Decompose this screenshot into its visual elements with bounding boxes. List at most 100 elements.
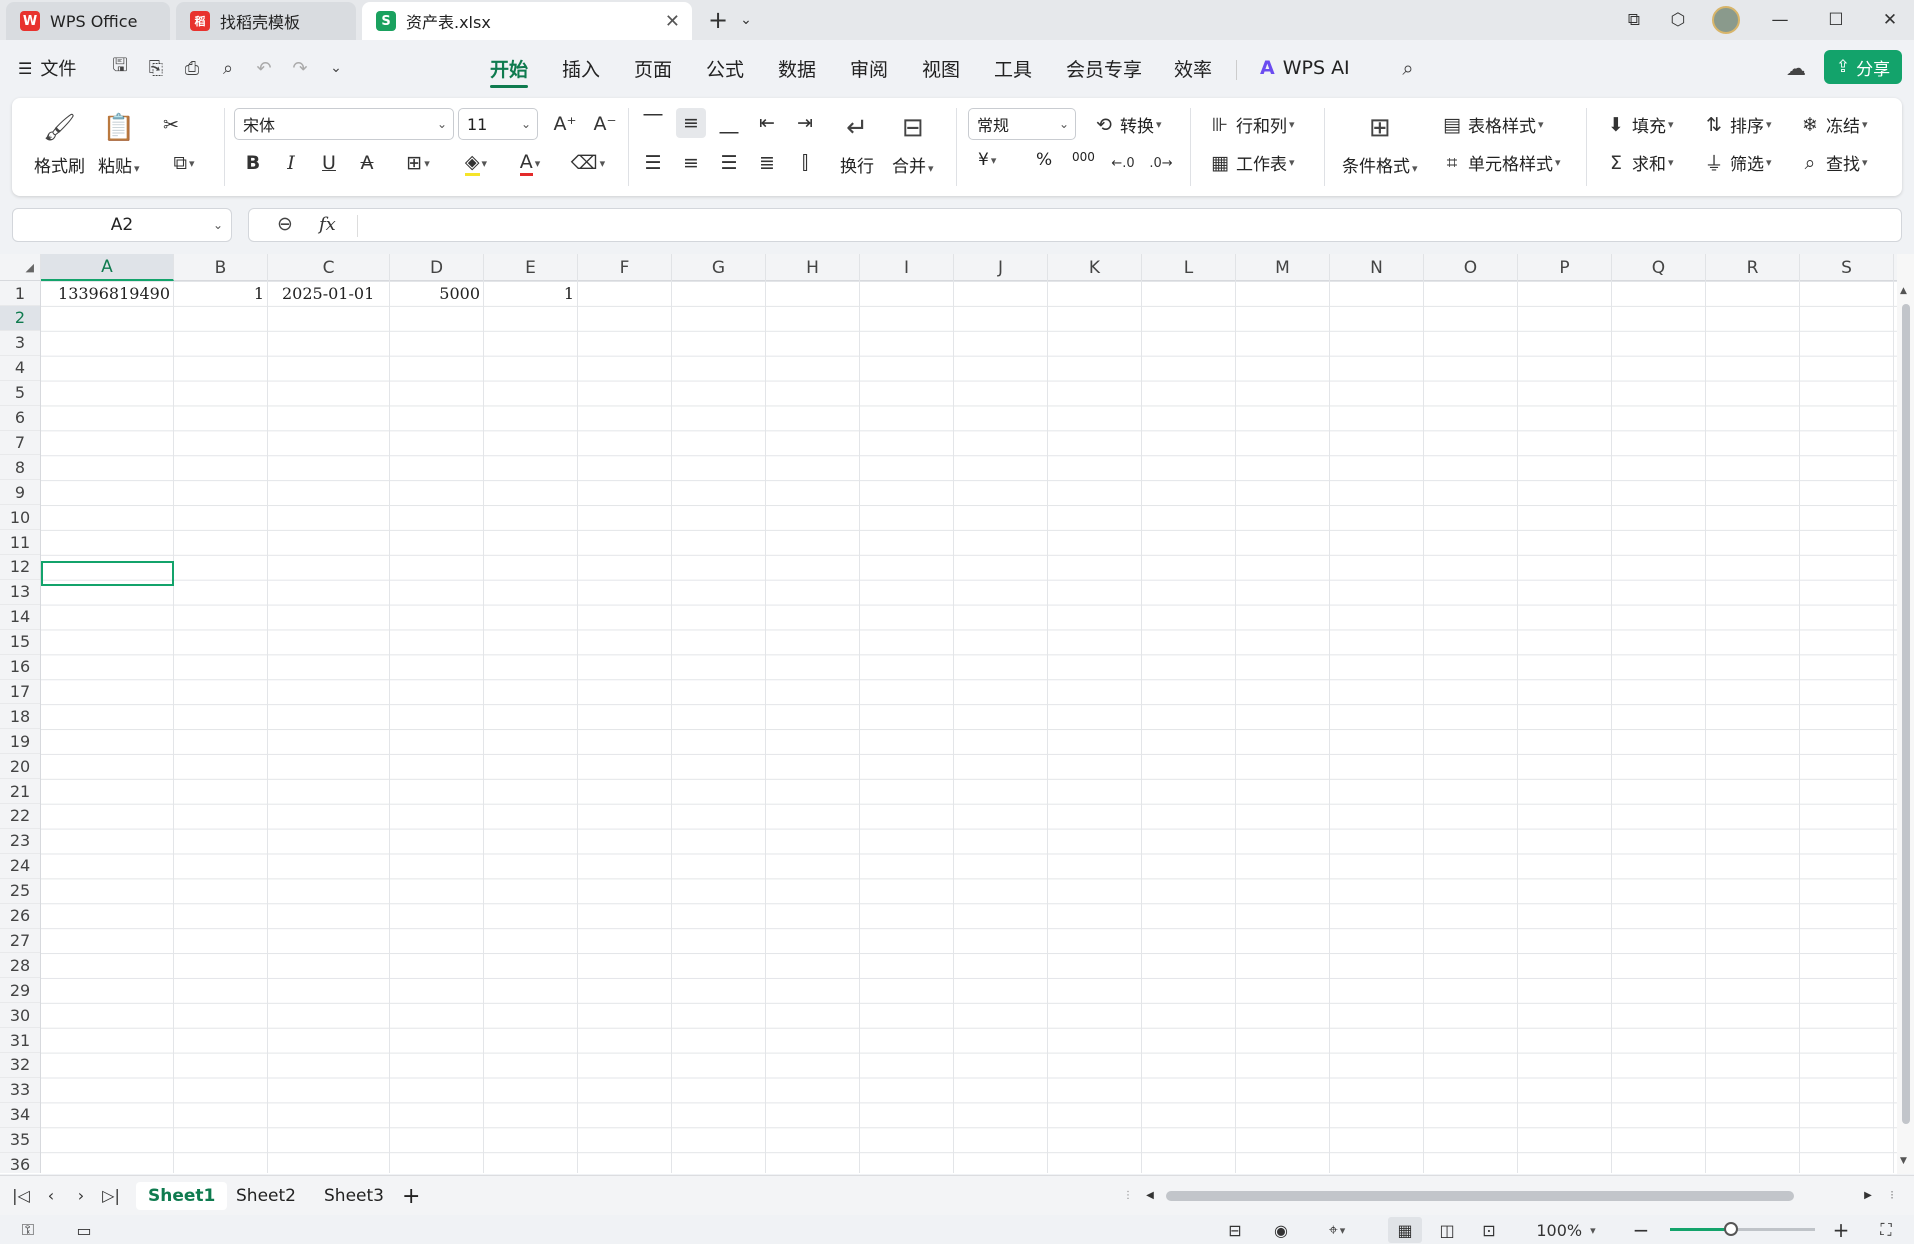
row-header-20[interactable]: 20: [0, 754, 40, 780]
row-header-4[interactable]: 4: [0, 356, 40, 381]
decrease-font-icon[interactable]: A⁻: [590, 109, 620, 139]
row-header-25[interactable]: 25: [0, 879, 40, 904]
sheet-tab-sheet2[interactable]: Sheet2: [236, 1182, 296, 1210]
sort-button[interactable]: ⇅ 排序 ▾: [1702, 112, 1772, 138]
row-header-5[interactable]: 5: [0, 381, 40, 406]
row-header-15[interactable]: 15: [0, 630, 40, 655]
column-header-g[interactable]: G: [672, 254, 766, 281]
row-header-30[interactable]: 30: [0, 1003, 40, 1029]
page-layout-view-icon[interactable]: ◫: [1432, 1217, 1462, 1243]
align-bottom-icon[interactable]: ⎽: [714, 108, 744, 138]
wps-ai-button[interactable]: A WPS AI: [1260, 54, 1350, 82]
convert-button[interactable]: ⟲ 转换 ▾: [1092, 112, 1162, 138]
font-name-select[interactable]: 宋体 ⌄: [234, 108, 454, 140]
tab-template[interactable]: 稻 找稻壳模板: [176, 2, 356, 40]
horizontal-scroll-thumb[interactable]: [1166, 1191, 1794, 1201]
increase-font-icon[interactable]: A⁺: [550, 109, 580, 139]
align-center-icon[interactable]: ≡: [676, 148, 706, 178]
row-header-23[interactable]: 23: [0, 829, 40, 854]
row-header-31[interactable]: 31: [0, 1028, 40, 1053]
zoom-slider-knob[interactable]: [1723, 1222, 1738, 1236]
cube-icon[interactable]: ⬡: [1664, 6, 1692, 34]
align-middle-icon[interactable]: ≡: [676, 108, 706, 138]
row-header-18[interactable]: 18: [0, 704, 40, 730]
column-header-l[interactable]: L: [1142, 254, 1236, 281]
zoom-in-button[interactable]: +: [1828, 1217, 1854, 1243]
row-header-17[interactable]: 17: [0, 679, 40, 705]
file-menu-button[interactable]: ☰ 文件: [18, 54, 76, 82]
tab-data[interactable]: 数据: [778, 54, 816, 82]
column-header-d[interactable]: D: [390, 254, 484, 281]
zoom-level-select[interactable]: 100% ▾: [1534, 1217, 1598, 1243]
table-style-button[interactable]: ▤ 表格样式 ▾: [1440, 112, 1544, 138]
column-header-h[interactable]: H: [766, 254, 860, 281]
increase-decimal-icon[interactable]: ←.0: [1108, 148, 1138, 178]
row-header-1[interactable]: 1: [0, 281, 40, 306]
row-header-8[interactable]: 8: [0, 455, 40, 481]
row-header-21[interactable]: 21: [0, 779, 40, 804]
tab-insert[interactable]: 插入: [562, 54, 600, 82]
new-tab-button[interactable]: +: [704, 6, 732, 34]
thousands-separator-button[interactable]: 000: [1072, 150, 1095, 164]
page-settings-icon[interactable]: ▭: [70, 1217, 98, 1243]
tab-review[interactable]: 审阅: [850, 54, 888, 82]
macro-icon[interactable]: ⚿: [14, 1217, 42, 1243]
undo-icon[interactable]: ↶: [250, 54, 278, 82]
row-header-28[interactable]: 28: [0, 953, 40, 979]
align-right-icon[interactable]: ☰: [714, 148, 744, 178]
italic-button[interactable]: I: [276, 148, 306, 178]
last-sheet-icon[interactable]: ▷|: [98, 1182, 124, 1208]
close-window-icon[interactable]: ✕: [1876, 6, 1904, 34]
row-header-32[interactable]: 32: [0, 1053, 40, 1078]
font-size-select[interactable]: 11 ⌄: [458, 108, 538, 140]
sheet-tab-sheet1[interactable]: Sheet1: [136, 1182, 228, 1210]
percent-button[interactable]: %: [1036, 150, 1052, 170]
worksheet-button[interactable]: ▦ 工作表 ▾: [1208, 150, 1295, 176]
format-painter-button[interactable]: 🖌 格式刷: [34, 112, 85, 177]
row-header-35[interactable]: 35: [0, 1128, 40, 1153]
column-header-k[interactable]: K: [1048, 254, 1142, 281]
column-header-r[interactable]: R: [1706, 254, 1800, 281]
customize-chevron-icon[interactable]: ⌄: [322, 54, 350, 82]
fill-button[interactable]: ⬇ 填充 ▾: [1604, 112, 1674, 138]
column-header-a[interactable]: A: [41, 254, 174, 281]
column-header-f[interactable]: F: [578, 254, 672, 281]
scroll-left-icon[interactable]: ◀: [1140, 1182, 1160, 1208]
maximize-icon[interactable]: ☐: [1822, 6, 1850, 34]
zoom-out-button[interactable]: −: [1628, 1217, 1654, 1243]
column-header-c[interactable]: C: [268, 254, 390, 281]
focus-mode-button[interactable]: ⌖ ▾: [1314, 1217, 1360, 1243]
sheet-tab-sheet3[interactable]: Sheet3: [324, 1182, 384, 1210]
vertical-scrollbar[interactable]: ▲ ▼: [1897, 254, 1914, 1174]
row-header-19[interactable]: 19: [0, 729, 40, 755]
tab-list-chevron-icon[interactable]: ⌄: [732, 6, 760, 34]
name-box[interactable]: A2 ⌄: [12, 208, 232, 242]
row-header-2[interactable]: 2: [0, 305, 40, 331]
zoom-formula-icon[interactable]: ⊖: [277, 213, 293, 235]
row-header-22[interactable]: 22: [0, 804, 40, 829]
scroll-down-icon[interactable]: ▼: [1900, 1156, 1907, 1166]
rows-cols-button[interactable]: ⊪ 行和列 ▾: [1208, 112, 1295, 138]
row-header-26[interactable]: 26: [0, 904, 40, 929]
conditional-format-button[interactable]: ⊞ 条件格式 ▾: [1342, 112, 1418, 177]
row-header-14[interactable]: 14: [0, 605, 40, 630]
currency-button[interactable]: ¥ ▾: [978, 150, 996, 170]
strikethrough-button[interactable]: A: [352, 148, 382, 178]
column-header-j[interactable]: J: [954, 254, 1048, 281]
decrease-decimal-icon[interactable]: .0→: [1146, 148, 1176, 178]
tab-home[interactable]: 开始: [490, 54, 529, 88]
cloud-sync-icon[interactable]: ☁: [1782, 54, 1810, 82]
page-break-view-icon[interactable]: ⊡: [1474, 1217, 1504, 1243]
column-header-b[interactable]: B: [174, 254, 268, 281]
align-left-icon[interactable]: ☰: [638, 148, 668, 178]
table-layout-icon[interactable]: ⊟: [1220, 1217, 1250, 1243]
justify-icon[interactable]: ≣: [752, 148, 782, 178]
cell-c1[interactable]: 2025-01-01: [268, 281, 390, 306]
eye-protection-icon[interactable]: ◉: [1266, 1217, 1296, 1243]
tab-efficiency[interactable]: 效率: [1174, 54, 1212, 82]
cell-b1[interactable]: 1: [174, 281, 268, 306]
minimize-icon[interactable]: —: [1766, 6, 1794, 34]
decrease-indent-icon[interactable]: ⇤: [752, 108, 782, 138]
row-header-3[interactable]: 3: [0, 331, 40, 356]
scroll-right-icon[interactable]: ▶: [1858, 1182, 1878, 1208]
